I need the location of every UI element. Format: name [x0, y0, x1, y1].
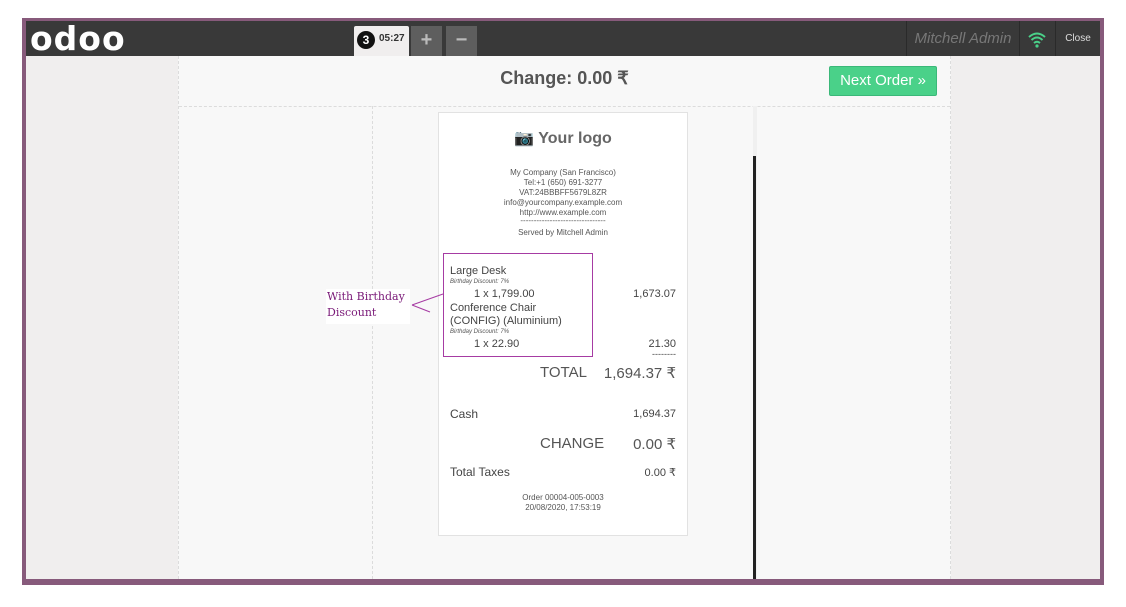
- remove-order-button[interactable]: −: [446, 26, 477, 56]
- header-separator: --------------------------------: [520, 216, 606, 225]
- annotation-line-2: Discount: [327, 306, 377, 319]
- total-value: 1,694.37 ₹: [603, 365, 676, 382]
- add-order-button[interactable]: +: [411, 26, 442, 56]
- total-separator: --------: [652, 349, 676, 359]
- payment-amount: 1,694.37: [633, 408, 676, 420]
- company-tel: Tel:+1 (650) 691-3277: [523, 178, 603, 187]
- receipt-logo: 📷 Your logo: [514, 130, 612, 147]
- company-vat: VAT:24BBBFF5679L8ZR: [519, 188, 607, 197]
- scrollbar-thumb[interactable]: [753, 156, 756, 579]
- discount-annotation: With Birthday Discount: [326, 289, 410, 324]
- column-divider: [372, 106, 373, 579]
- discount-highlight-box: [443, 253, 593, 357]
- payment-method: Cash: [450, 407, 479, 421]
- order-number-badge: 3: [357, 31, 375, 49]
- order-reference: Order 00004-005-0003: [522, 493, 604, 502]
- topbar: odoo 3 05:27 + − Mitchell Admin Close: [26, 21, 1100, 58]
- company-email: info@yourcompany.example.com: [503, 198, 623, 207]
- total-label: TOTAL: [540, 364, 587, 381]
- taxes-label: Total Taxes: [450, 465, 510, 479]
- change-label: CHANGE: [540, 435, 605, 452]
- receipt-screen-header: Change: 0.00 ₹ Next Order »: [179, 56, 950, 107]
- wifi-icon: [1019, 21, 1056, 56]
- close-button[interactable]: Close: [1056, 21, 1100, 56]
- user-name[interactable]: Mitchell Admin: [906, 21, 1020, 56]
- odoo-logo: odoo: [30, 21, 126, 58]
- order-time: 05:27: [379, 33, 405, 44]
- annotation-arrow-icon: [411, 293, 444, 313]
- company-name: My Company (San Francisco): [510, 168, 616, 177]
- order-date: 20/08/2020, 17:53:19: [525, 503, 601, 512]
- served-by: Served by Mitchell Admin: [518, 228, 608, 237]
- change-value: 0.00 ₹: [633, 436, 676, 453]
- line-total: 1,673.07: [633, 288, 676, 300]
- order-tab[interactable]: 3 05:27: [354, 26, 409, 56]
- taxes-value: 0.00 ₹: [644, 467, 676, 479]
- next-order-button[interactable]: Next Order »: [829, 66, 937, 96]
- annotation-line-1: With Birthday: [327, 290, 405, 303]
